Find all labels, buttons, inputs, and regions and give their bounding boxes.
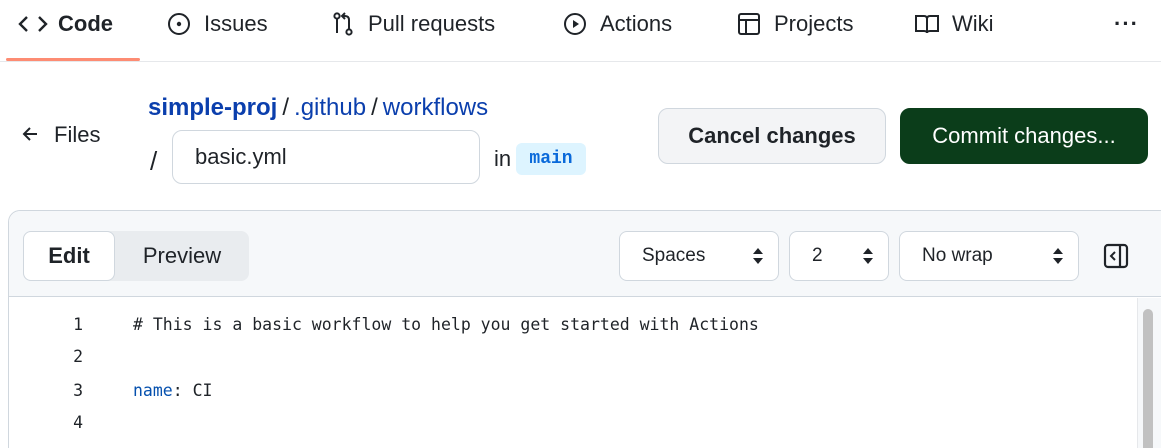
breadcrumb-repo[interactable]: simple-proj	[148, 94, 277, 121]
tab-wiki[interactable]: Wiki	[914, 6, 994, 42]
code-area[interactable]: 1 # This is a basic workflow to help you…	[9, 298, 1161, 448]
wrap-mode-value: No wrap	[922, 245, 993, 266]
code-text: name: CI	[133, 381, 213, 400]
commit-changes-button[interactable]: Commit changes...	[900, 108, 1148, 164]
tab-edit[interactable]: Edit	[23, 231, 115, 281]
tab-pull-requests-label: Pull requests	[368, 11, 496, 36]
more-label: ···	[1114, 11, 1139, 36]
indent-size-value: 2	[812, 245, 823, 266]
tab-wiki-label: Wiki	[952, 11, 994, 36]
issue-circle-icon	[166, 11, 192, 37]
arrow-left-icon	[22, 122, 38, 148]
sort-caret-icon	[862, 244, 874, 268]
play-circle-icon	[562, 11, 588, 37]
branch-badge: main	[516, 143, 586, 175]
nav-divider	[0, 61, 1161, 62]
code-line: 3 name: CI	[9, 374, 1139, 406]
book-icon	[914, 11, 940, 37]
breadcrumb-sep: /	[371, 94, 378, 121]
breadcrumb: simple-proj / .github / workflows	[148, 94, 488, 122]
line-number: 1	[73, 314, 83, 334]
sort-caret-icon	[752, 244, 764, 268]
edit-preview-toggle: Edit Preview	[23, 231, 249, 281]
back-to-files-button[interactable]: Files	[22, 122, 100, 148]
line-number: 2	[73, 346, 83, 366]
line-number: 4	[73, 412, 83, 432]
tab-pull-requests[interactable]: Pull requests	[330, 6, 495, 42]
breadcrumb-sep: /	[282, 94, 290, 121]
code-editor: Edit Preview Spaces 2 No wrap 1 # This i…	[8, 210, 1161, 448]
code-line: 1 # This is a basic workflow to help you…	[9, 308, 1139, 340]
repo-nav: Code Issues Pull requests Actions Projec…	[0, 0, 1161, 62]
line-number: 3	[73, 380, 83, 400]
yaml-value: : CI	[172, 380, 213, 400]
wrap-mode-select[interactable]: No wrap	[899, 231, 1079, 281]
breadcrumb-github[interactable]: .github	[294, 94, 366, 121]
indent-mode-value: Spaces	[642, 245, 706, 266]
code-icon	[18, 11, 48, 37]
table-icon	[736, 11, 762, 37]
scrollbar-thumb[interactable]	[1143, 309, 1153, 448]
breadcrumb-workflows[interactable]: workflows	[383, 94, 488, 121]
code-line: 2	[9, 340, 1139, 372]
editor-toolbar: Edit Preview Spaces 2 No wrap	[9, 211, 1161, 297]
in-label: in	[494, 146, 512, 171]
path-separator: /	[150, 146, 158, 176]
back-files-label: Files	[54, 122, 101, 147]
tab-issues-label: Issues	[204, 11, 268, 36]
tab-code-label: Code	[58, 11, 113, 36]
tab-code[interactable]: Code	[18, 6, 113, 42]
tab-projects[interactable]: Projects	[736, 6, 853, 42]
tab-preview[interactable]: Preview	[115, 231, 249, 281]
tab-issues[interactable]: Issues	[166, 6, 268, 42]
filename-input[interactable]	[172, 130, 480, 184]
panel-toggle-icon[interactable]	[1101, 241, 1131, 271]
code-line: 4	[9, 406, 1139, 438]
yaml-key: name	[133, 380, 173, 400]
more-menu-button[interactable]: ···	[1114, 6, 1139, 42]
tab-projects-label: Projects	[774, 11, 854, 36]
indent-size-select[interactable]: 2	[789, 231, 889, 281]
cancel-changes-button[interactable]: Cancel changes	[658, 108, 886, 164]
sort-caret-icon	[1052, 244, 1064, 268]
indent-mode-select[interactable]: Spaces	[619, 231, 779, 281]
tab-actions[interactable]: Actions	[562, 6, 672, 42]
tab-actions-label: Actions	[600, 11, 673, 36]
pull-request-icon	[330, 11, 356, 37]
code-text: # This is a basic workflow to help you g…	[133, 314, 759, 334]
